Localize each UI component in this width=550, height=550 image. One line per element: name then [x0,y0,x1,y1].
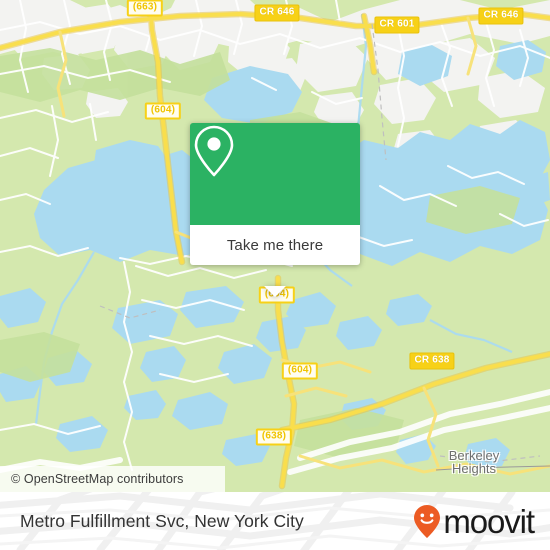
popup-action-area[interactable]: Take me there [190,225,360,265]
moovit-logo[interactable]: moovit [414,492,535,550]
road-shield-663[interactable]: (663) [126,0,164,17]
road-shield-604-north[interactable]: (604) [144,102,182,120]
attribution-bar[interactable]: © OpenStreetMap contributors [0,466,225,492]
footer-title-text: Metro Fulfillment Svc, New York City [20,510,304,531]
page-title: Metro Fulfillment Svc, New York City [20,492,304,550]
moovit-wordmark: moovit [443,502,535,540]
popup-icon-area [190,123,360,225]
road-shield-cr646-west[interactable]: CR 646 [254,4,300,22]
place-label-berkeley-heights: Berkeley Heights [449,449,500,475]
popup-pointer-tail [264,286,286,297]
footer-bar: Metro Fulfillment Svc, New York City moo… [0,492,550,550]
attribution-text: © OpenStreetMap contributors [11,472,184,486]
road-shield-638[interactable]: (638) [255,428,293,446]
place-label-line2: Heights [451,461,497,476]
location-popup-card[interactable]: Take me there [190,123,360,297]
road-shield-cr646-east[interactable]: CR 646 [478,7,524,25]
road-shield-cr638[interactable]: CR 638 [409,352,455,370]
map-screenshot: (663) CR 646 CR 601 CR 646 (604) (604) (… [0,0,550,550]
road-shield-cr601[interactable]: CR 601 [374,16,420,34]
moovit-smiley-pin-icon [414,504,441,538]
map-canvas[interactable]: (663) CR 646 CR 601 CR 646 (604) (604) (… [0,0,550,492]
take-me-there-label: Take me there [226,236,324,254]
map-pin-icon [194,125,234,177]
road-shield-604-south[interactable]: (604) [281,362,319,380]
